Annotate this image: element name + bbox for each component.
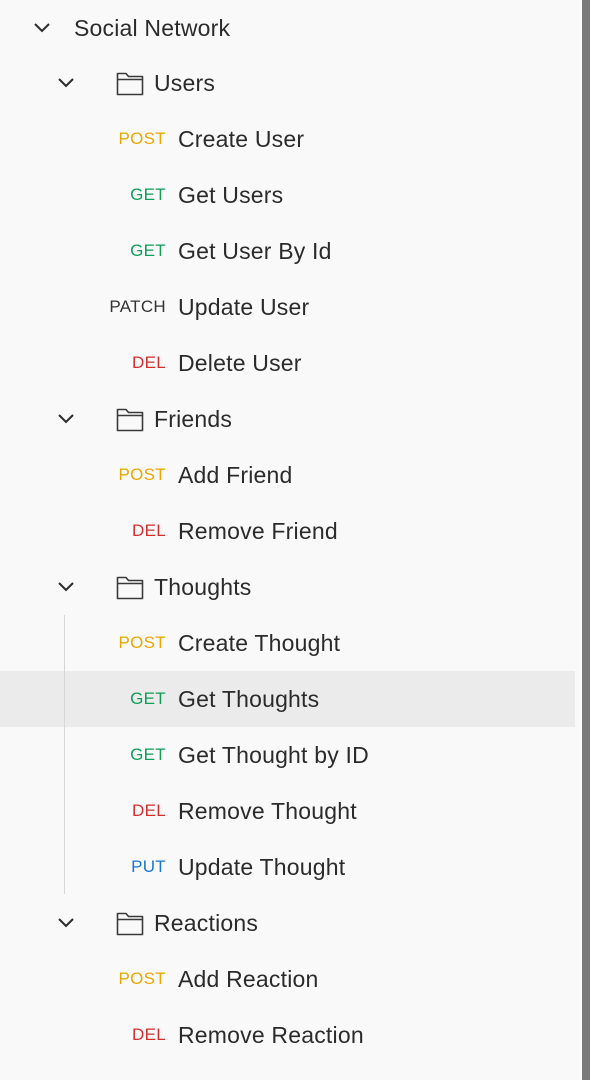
request-row[interactable]: POST Add Reaction [0, 951, 575, 1007]
request-name: Update Thought [178, 854, 346, 880]
folder-name: Thoughts [154, 574, 252, 600]
request-row[interactable]: GET Get User By Id [0, 223, 575, 279]
method-badge: GET [130, 745, 166, 764]
scrollbar-thumb[interactable] [582, 0, 590, 1080]
folder-icon [116, 910, 144, 936]
folder-row-friends[interactable]: Friends [0, 391, 575, 447]
request-name: Get User By Id [178, 238, 332, 264]
request-row-selected[interactable]: GET Get Thoughts [0, 671, 575, 727]
method-badge: POST [118, 465, 166, 484]
request-name: Get Users [178, 182, 284, 208]
chevron-down-icon[interactable] [32, 18, 52, 38]
method-badge: PUT [131, 857, 166, 876]
request-name: Remove Thought [178, 798, 357, 824]
request-name: Remove Reaction [178, 1022, 364, 1048]
request-row[interactable]: POST Create User [0, 111, 575, 167]
request-name: Add Reaction [178, 966, 319, 992]
tree-guide-line [64, 615, 65, 894]
method-badge: GET [130, 241, 166, 260]
folder-icon [116, 70, 144, 96]
request-name: Create User [178, 126, 305, 152]
chevron-down-icon[interactable] [56, 913, 76, 933]
method-badge: PATCH [109, 297, 166, 316]
request-row[interactable]: DEL Delete User [0, 335, 575, 391]
request-name: Get Thought by ID [178, 742, 369, 768]
request-row[interactable]: GET Get Users [0, 167, 575, 223]
request-row[interactable]: GET Get Thought by ID [0, 727, 575, 783]
folder-name: Reactions [154, 910, 259, 936]
chevron-down-icon[interactable] [56, 409, 76, 429]
method-badge: POST [118, 633, 166, 652]
method-badge: POST [118, 129, 166, 148]
folder-row-users[interactable]: Users [0, 55, 575, 111]
request-row[interactable]: PUT Update Thought [0, 839, 575, 895]
method-badge: DEL [132, 801, 166, 820]
method-badge: GET [130, 185, 166, 204]
request-name: Add Friend [178, 462, 293, 488]
method-badge: DEL [132, 521, 166, 540]
method-badge: DEL [132, 353, 166, 372]
request-row[interactable]: POST Create Thought [0, 615, 575, 671]
folder-icon [116, 574, 144, 600]
folder-icon [116, 406, 144, 432]
collection-row[interactable]: Social Network [0, 0, 575, 56]
chevron-down-icon[interactable] [56, 577, 76, 597]
collection-name: Social Network [74, 15, 231, 41]
method-badge: GET [130, 689, 166, 708]
folder-row-reactions[interactable]: Reactions [0, 895, 575, 951]
request-row[interactable]: DEL Remove Reaction [0, 1007, 575, 1063]
request-name: Remove Friend [178, 518, 338, 544]
collection-sidebar: Social Network Users POST Create User GE… [0, 0, 580, 1080]
folder-row-thoughts[interactable]: Thoughts [0, 559, 575, 615]
request-name: Create Thought [178, 630, 341, 656]
chevron-down-icon[interactable] [56, 73, 76, 93]
request-row[interactable]: POST Add Friend [0, 447, 575, 503]
request-row[interactable]: PATCH Update User [0, 279, 575, 335]
folder-name: Users [154, 70, 216, 96]
request-name: Update User [178, 294, 310, 320]
request-row[interactable]: DEL Remove Thought [0, 783, 575, 839]
scrollbar[interactable] [580, 0, 598, 1080]
method-badge: DEL [132, 1025, 166, 1044]
request-name: Get Thoughts [178, 686, 320, 712]
method-badge: POST [118, 969, 166, 988]
request-name: Delete User [178, 350, 302, 376]
folder-name: Friends [154, 406, 233, 432]
request-row[interactable]: DEL Remove Friend [0, 503, 575, 559]
